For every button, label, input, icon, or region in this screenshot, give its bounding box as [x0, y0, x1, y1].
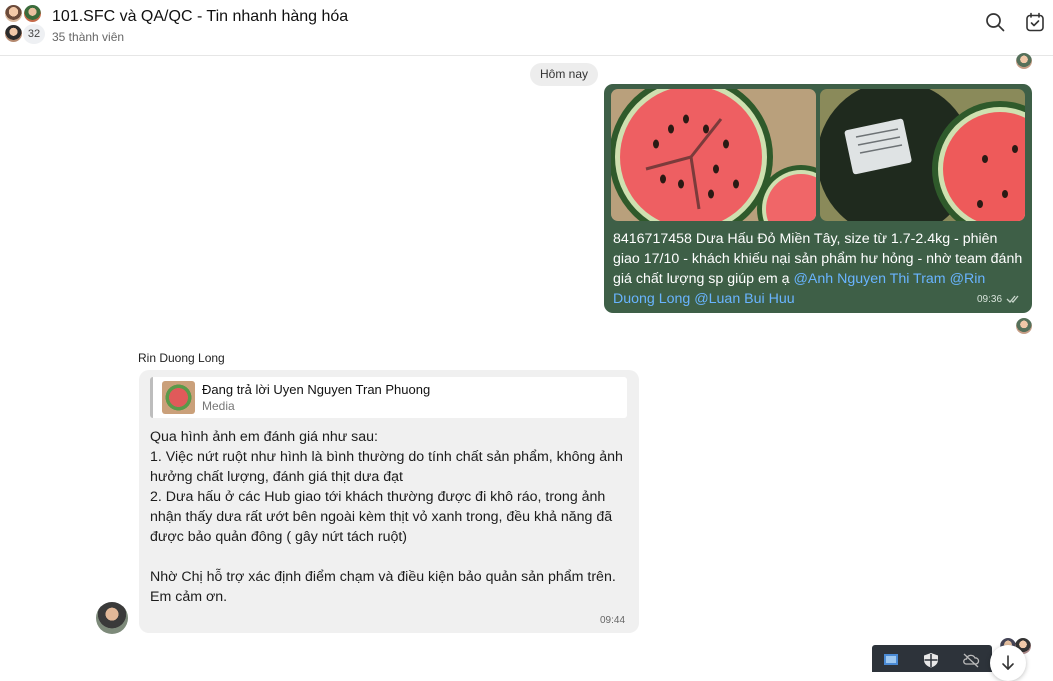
group-avatar[interactable]: 32: [4, 4, 46, 46]
member-avatar: [23, 4, 42, 23]
incoming-message-bubble[interactable]: Đang trả lời Uyen Nguyen Tran Phuong Med…: [139, 370, 639, 633]
member-count[interactable]: 35 thành viên: [52, 30, 124, 44]
member-count-badge: 32: [23, 24, 45, 44]
cloud-off-icon[interactable]: [962, 652, 980, 668]
network-icon[interactable]: [882, 652, 900, 668]
outgoing-message-text: 8416717458 Dưa Hấu Đỏ Miền Tây, size từ …: [613, 229, 1023, 309]
double-check-icon: [1006, 295, 1019, 303]
outgoing-message-bubble[interactable]: 8416717458 Dưa Hấu Đỏ Miền Tây, size từ …: [604, 84, 1032, 313]
sender-name[interactable]: Rin Duong Long: [138, 351, 225, 365]
chat-header: 32 101.SFC và QA/QC - Tin nhanh hàng hóa…: [0, 0, 1053, 56]
system-tray: [872, 645, 992, 672]
message-time: 09:44: [600, 615, 626, 626]
reply-media-thumbnail: [162, 381, 195, 414]
day-separator: Hôm nay: [530, 63, 598, 86]
group-title[interactable]: 101.SFC và QA/QC - Tin nhanh hàng hóa: [52, 8, 348, 26]
reply-to-type: Media: [202, 399, 235, 413]
seen-avatar: [1016, 318, 1032, 334]
shield-icon[interactable]: [922, 652, 940, 668]
seen-avatar: [1016, 53, 1032, 69]
member-avatar: [4, 4, 23, 23]
watermelon-cut-photo[interactable]: [611, 89, 816, 221]
sender-avatar[interactable]: [96, 602, 128, 634]
reply-quote[interactable]: Đang trả lời Uyen Nguyen Tran Phuong Med…: [150, 377, 627, 418]
message-time: 09:36: [977, 294, 1003, 305]
incoming-message-text: Qua hình ảnh em đánh giá như sau: 1. Việ…: [150, 429, 623, 605]
reply-to-name: Đang trả lời Uyen Nguyen Tran Phuong: [202, 382, 431, 397]
scroll-to-bottom-button[interactable]: [990, 645, 1026, 681]
calendar-check-icon[interactable]: [1025, 12, 1045, 32]
watermelon-whole-photo[interactable]: [820, 89, 1025, 221]
member-avatar: [4, 24, 23, 43]
arrow-down-icon: [1002, 655, 1014, 670]
search-icon[interactable]: [985, 12, 1005, 32]
